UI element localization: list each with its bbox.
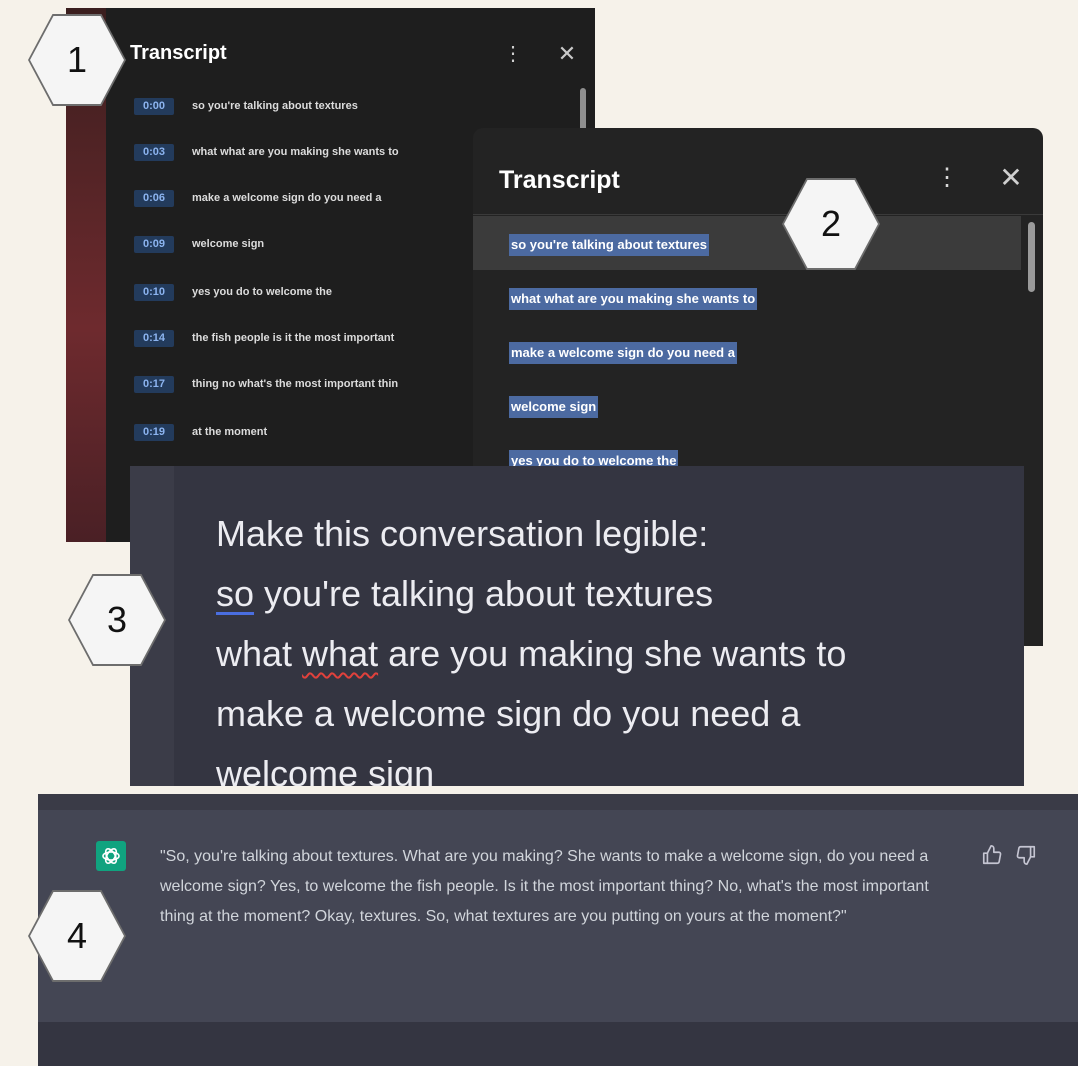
close-icon[interactable]: ✕	[997, 164, 1025, 192]
timestamp[interactable]: 0:19	[134, 423, 174, 441]
assistant-response: "So, you're talking about textures. What…	[160, 848, 929, 925]
chatgpt-logo-icon	[96, 841, 126, 871]
transcript-text: the fish people is it the most important	[192, 332, 395, 344]
prompt-panel: Make this conversation legible: so you'r…	[130, 466, 1024, 786]
transcript-row[interactable]: 0:09 welcome sign	[134, 234, 447, 254]
transcript-text: so you're talking about textures	[192, 100, 358, 112]
close-icon[interactable]: ✕	[556, 42, 578, 66]
timestamp[interactable]: 0:00	[134, 97, 174, 115]
transcript-row[interactable]: 0:14 the fish people is it the most impo…	[134, 328, 447, 348]
spelling-flagged-word[interactable]: what	[302, 633, 378, 674]
more-vert-icon[interactable]: ⋮	[935, 164, 959, 192]
more-vert-icon[interactable]: ⋮	[503, 42, 523, 66]
prompt-line: Make this conversation legible:	[216, 513, 709, 554]
timestamp[interactable]: 0:17	[134, 375, 174, 393]
transcript-row[interactable]: 0:00 so you're talking about textures	[134, 96, 447, 116]
prompt-line-rest: you're talking about textures	[254, 573, 714, 614]
prompt-text: Make this conversation legible: so you'r…	[216, 504, 846, 786]
timestamp[interactable]: 0:14	[134, 329, 174, 347]
transcript-text: thing no what's the most important thin	[192, 378, 399, 390]
prompt-line-start: what	[216, 633, 303, 674]
timestamp[interactable]: 0:09	[134, 235, 174, 253]
transcript-row[interactable]: 0:17 thing no what's the most important …	[134, 374, 447, 394]
transcript-text: at the moment	[192, 426, 268, 438]
prompt-line: so you're talking about textures	[216, 564, 846, 624]
transcript-text: make a welcome sign do you need a	[192, 192, 382, 204]
transcript-row[interactable]: 0:10 yes you do to welcome the	[134, 282, 447, 302]
transcript-text: welcome sign	[192, 238, 265, 250]
prompt-line-rest: are you making she wants to	[378, 633, 847, 674]
transcript-row[interactable]: 0:03 what what are you making she wants …	[134, 142, 444, 162]
transcript-row[interactable]: 0:19 at the moment	[134, 422, 447, 442]
selected-transcript-line[interactable]: make a welcome sign do you need a	[509, 342, 737, 364]
response-bottom-area	[38, 1022, 1078, 1066]
transcript-title: Transcript	[130, 42, 227, 64]
selected-transcript-line[interactable]: so you're talking about textures	[509, 234, 709, 256]
scrollbar[interactable]	[1028, 222, 1035, 292]
prompt-line: what what are you making she wants to	[216, 624, 846, 684]
selected-transcript-line[interactable]: what what are you making she wants to	[509, 288, 758, 310]
prompt-line: welcome sign	[216, 753, 435, 786]
selected-transcript-line[interactable]: welcome sign	[509, 396, 599, 418]
prompt-line: make a welcome sign do you need a	[216, 693, 801, 734]
timestamp[interactable]: 0:06	[134, 189, 174, 207]
thumbs-up-icon[interactable]	[981, 844, 1003, 866]
transcript-text: yes you do to welcome the	[192, 286, 332, 298]
divider	[473, 214, 1043, 215]
response-panel: "So, you're talking about textures. What…	[38, 794, 1078, 1066]
transcript-text: what what are you making she wants to	[192, 146, 399, 158]
timestamp[interactable]: 0:10	[134, 283, 174, 301]
grammar-flagged-word[interactable]: so	[216, 573, 254, 614]
thumbs-down-icon[interactable]	[1015, 844, 1037, 866]
transcript-row[interactable]: 0:06 make a welcome sign do you need a	[134, 188, 447, 208]
transcript-title: Transcript	[499, 166, 620, 194]
timestamp[interactable]: 0:03	[134, 143, 174, 161]
response-top-strip	[38, 794, 1078, 810]
